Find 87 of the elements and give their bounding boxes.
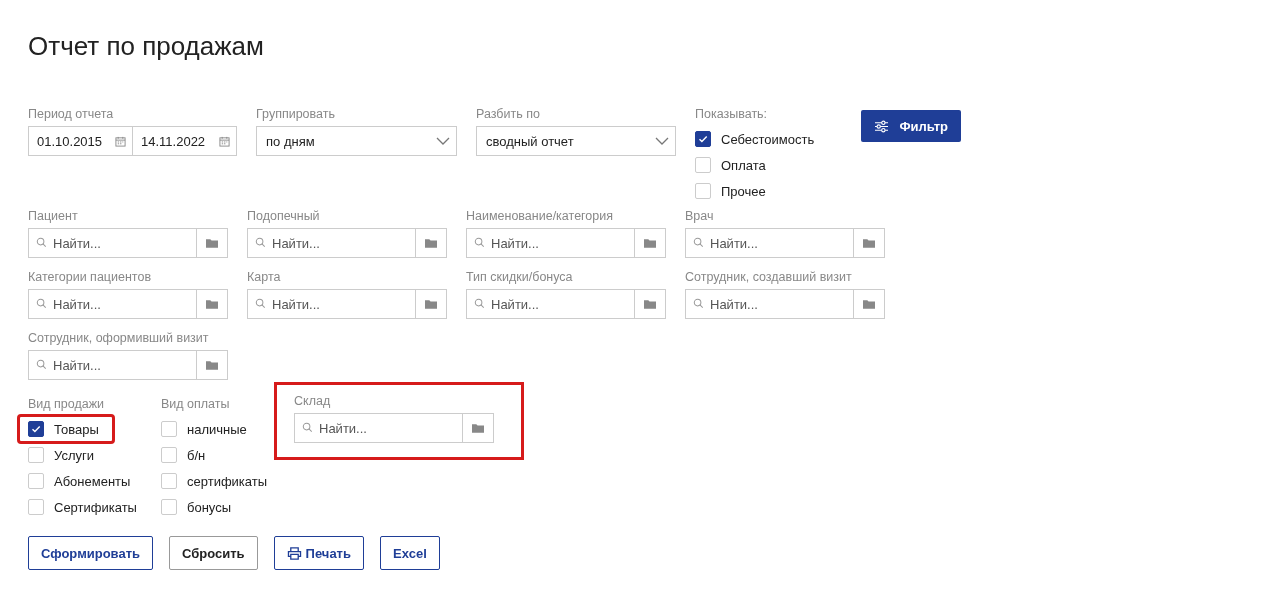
field-label: Период отчета xyxy=(28,106,115,122)
search-icon xyxy=(255,237,266,248)
date-field[interactable]: 01.10.2015 xyxy=(28,126,133,156)
search-icon xyxy=(36,359,47,370)
checkbox-label: наличные xyxy=(187,421,247,437)
search-icon xyxy=(36,237,47,248)
folder-icon xyxy=(644,299,656,309)
folder-button[interactable] xyxy=(197,350,228,380)
search-field[interactable]: Найти... xyxy=(294,413,463,443)
folder-button[interactable] xyxy=(463,413,494,443)
field-label: Подопечный xyxy=(247,208,321,224)
printer-icon xyxy=(286,546,302,560)
search-icon xyxy=(474,237,485,248)
search-field[interactable]: Найти... xyxy=(28,289,197,319)
checkbox-label: Абонементы xyxy=(54,473,131,489)
folder-button[interactable] xyxy=(416,289,447,319)
page-title: Отчет по продажам xyxy=(28,30,265,63)
search-field[interactable]: Найти... xyxy=(466,228,635,258)
search-field[interactable]: Найти... xyxy=(247,289,416,319)
checkbox-label: Товары xyxy=(54,421,99,437)
search-field[interactable]: Найти... xyxy=(247,228,416,258)
folder-button[interactable] xyxy=(197,289,228,319)
search-field[interactable]: Найти... xyxy=(28,228,197,258)
field-label: Карта xyxy=(247,269,282,285)
folder-button[interactable] xyxy=(197,228,228,258)
action-button[interactable]: Excel xyxy=(379,536,440,570)
folder-button[interactable] xyxy=(416,228,447,258)
search-field[interactable]: Найти... xyxy=(685,228,854,258)
split-by-dropdown[interactable]: сводный отчет xyxy=(476,126,676,156)
folder-icon xyxy=(206,299,218,309)
field-label: Группировать xyxy=(256,106,336,122)
field-label: Сотрудник, оформивший визит xyxy=(28,330,210,346)
folder-button[interactable] xyxy=(854,228,885,258)
action-button[interactable]: Печать xyxy=(273,536,364,570)
checkbox-label: Себестоимость xyxy=(721,131,815,147)
group-by-dropdown[interactable]: по дням xyxy=(256,126,457,156)
search-field[interactable]: Найти... xyxy=(466,289,635,319)
checkbox[interactable] xyxy=(695,131,711,147)
folder-icon xyxy=(206,360,218,370)
folder-button[interactable] xyxy=(854,289,885,319)
check-icon xyxy=(697,133,709,145)
field-label: Склад xyxy=(294,393,332,409)
search-icon xyxy=(474,298,485,309)
field-label: Пациент xyxy=(28,208,79,224)
date-field[interactable]: 14.11.2022 xyxy=(133,126,237,156)
folder-icon xyxy=(863,238,875,248)
field-label: Тип скидки/бонуса xyxy=(466,269,574,285)
checkbox-label: Сертификаты xyxy=(54,499,137,515)
action-button[interactable]: Сбросить xyxy=(169,536,258,570)
folder-button[interactable] xyxy=(635,228,666,258)
folder-button[interactable] xyxy=(635,289,666,319)
sliders-icon xyxy=(874,119,890,133)
field-label: Сотрудник, создавший визит xyxy=(685,269,853,285)
check-icon xyxy=(30,423,42,435)
checkbox-label: Оплата xyxy=(721,157,766,173)
folder-icon xyxy=(472,423,484,433)
calendar-icon xyxy=(115,135,126,147)
folder-icon xyxy=(206,238,218,248)
field-label: Разбить по xyxy=(476,106,541,122)
search-field[interactable]: Найти... xyxy=(685,289,854,319)
checkbox[interactable] xyxy=(28,421,44,437)
search-icon xyxy=(36,298,47,309)
field-label: Вид продажи xyxy=(28,396,106,412)
search-field[interactable]: Найти... xyxy=(28,350,197,380)
folder-icon xyxy=(425,299,437,309)
calendar-icon xyxy=(219,135,230,147)
field-label: Категории пациентов xyxy=(28,269,153,285)
search-icon xyxy=(693,237,704,248)
checkbox-label: Прочее xyxy=(721,183,766,199)
folder-icon xyxy=(644,238,656,248)
folder-icon xyxy=(863,299,875,309)
field-label: Наименование/категория xyxy=(466,208,615,224)
field-label: Показывать: xyxy=(695,106,769,122)
search-icon xyxy=(255,298,266,309)
field-label: Вид оплаты xyxy=(161,396,231,412)
field-label: Врач xyxy=(685,208,715,224)
chevron-down-icon xyxy=(655,137,669,145)
checkbox-label: б/н xyxy=(187,447,206,463)
checkbox-label: бонусы xyxy=(187,499,232,515)
action-button[interactable]: Сформировать xyxy=(28,536,154,570)
filter-button[interactable]: Фильтр xyxy=(861,110,962,142)
checkbox-label: Услуги xyxy=(54,447,94,463)
search-icon xyxy=(693,298,704,309)
chevron-down-icon xyxy=(436,137,450,145)
folder-icon xyxy=(425,238,437,248)
checkbox-label: сертификаты xyxy=(187,473,268,489)
search-icon xyxy=(302,422,313,433)
